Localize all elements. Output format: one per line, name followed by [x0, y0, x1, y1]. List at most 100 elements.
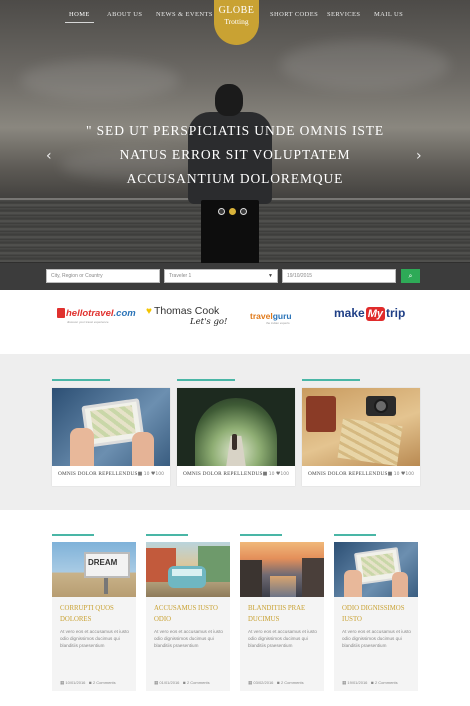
featured-meta: ■ 10 ♥100	[388, 471, 414, 477]
logo-line1: GLOBE	[218, 5, 255, 16]
featured-section: Omnis Dolor Repellendus ■ 10 ♥100 Omnis …	[0, 354, 470, 510]
post-image-sunset-canal[interactable]	[240, 542, 324, 597]
post-meta: ▦ 01/01/2016 ▪ 2 Comments	[154, 680, 230, 686]
site-logo[interactable]: GLOBE Trotting	[214, 0, 259, 45]
calendar-icon: ▦	[248, 681, 253, 686]
man-figure-head	[215, 84, 243, 116]
hero-slogan: " Sed ut perspiciatis unde omnis iste na…	[85, 123, 385, 186]
post-comments[interactable]: 2 Comments	[187, 680, 210, 685]
views-count: 10	[268, 472, 275, 477]
hellotravel-logo[interactable]: hellotravel.com discover your travel exp…	[57, 308, 136, 324]
main-nav: Home About Us News & Events Short Codes …	[0, 0, 470, 45]
blog-card: Accusamus iusto odio At vero eos et accu…	[146, 534, 230, 691]
post-excerpt: At vero eos et accusamus et iusto odio d…	[60, 629, 129, 648]
likes-count: 100	[280, 472, 289, 477]
search-icon: ⌕	[408, 272, 413, 280]
thomas-cook-tagline: Let's go!	[190, 317, 228, 327]
travelguru-part1: travel	[250, 311, 273, 321]
featured-meta: ■ 10 ♥100	[263, 471, 289, 477]
post-image-dream-sign[interactable]: DREAM	[52, 542, 136, 597]
mmt-part2: My	[365, 307, 385, 321]
post-meta: ▦ 03/02/2016 ▪ 2 Comments	[248, 680, 324, 686]
nav-mail-us[interactable]: Mail Us	[374, 11, 403, 18]
mmt-part3: trip	[385, 306, 406, 320]
search-bar: City, Region or Country Traveler 1 ▼ 19/…	[0, 263, 470, 290]
featured-caption: Omnis Dolor Repellendus	[58, 471, 138, 477]
blog-section: DREAM Corrupti quos dolores At vero eos …	[0, 510, 470, 706]
hellotravel-flag-icon	[57, 308, 65, 318]
slider-dots	[218, 208, 252, 216]
makemytrip-logo[interactable]: make My trip	[334, 306, 406, 321]
prev-slide-arrow-icon[interactable]: ‹	[46, 148, 52, 164]
likes-count: 100	[405, 472, 414, 477]
post-image-tablet-map[interactable]	[334, 542, 418, 597]
hellotravel-name: hellotravel	[66, 308, 114, 319]
post-comments[interactable]: 2 Comments	[93, 680, 116, 685]
card-accent-line	[52, 379, 110, 381]
nav-services[interactable]: Services	[327, 11, 360, 18]
thomas-cook-name: Thomas Cook	[153, 305, 220, 317]
calendar-icon: ▦	[342, 681, 347, 686]
card-accent-line	[146, 534, 188, 536]
post-title[interactable]: Blanditiis prae ducimus	[248, 604, 320, 625]
card-accent-line	[240, 534, 282, 536]
featured-caption: Omnis Dolor Repellendus	[183, 471, 263, 477]
date-input[interactable]: 19/10/2015	[282, 269, 396, 283]
post-comments[interactable]: 2 Comments	[281, 680, 304, 685]
views-icon: ■	[262, 471, 268, 477]
post-meta: ▦ 10/01/2016 ▪ 2 Comments	[60, 680, 136, 686]
post-date: 03/02/2016	[253, 680, 274, 685]
travelguru-part2: guru	[272, 311, 292, 321]
card-accent-line	[52, 534, 94, 536]
featured-image-tablet-map[interactable]	[52, 388, 170, 466]
featured-image-camera-map[interactable]	[302, 388, 420, 466]
featured-card[interactable]: Omnis Dolor Repellendus ■ 10 ♥100	[177, 379, 295, 486]
post-date: 01/01/2016	[159, 680, 180, 685]
post-excerpt: At vero eos et accusamus et iusto odio d…	[154, 629, 223, 648]
views-count: 10	[143, 472, 150, 477]
travelguru-logo[interactable]: travelguru the indian experts	[250, 311, 292, 325]
post-comments[interactable]: 2 Comments	[375, 680, 398, 685]
post-title[interactable]: Accusamus iusto odio	[154, 604, 226, 625]
slide-dot-3[interactable]	[240, 208, 247, 215]
cloud	[20, 60, 180, 100]
nav-short-codes[interactable]: Short Codes	[270, 11, 318, 18]
views-icon: ■	[137, 471, 143, 477]
partner-logos: hellotravel.com discover your travel exp…	[0, 290, 470, 354]
views-count: 10	[393, 472, 400, 477]
logo-line2: Trotting	[224, 17, 249, 26]
post-title[interactable]: Odio dignissimos iusto	[342, 604, 414, 625]
travelers-select[interactable]: Traveler 1 ▼	[164, 269, 278, 283]
heart-icon: ♥	[146, 306, 152, 317]
featured-card[interactable]: Omnis Dolor Repellendus ■ 10 ♥100	[302, 379, 420, 486]
nav-about-us[interactable]: About Us	[107, 11, 142, 18]
nav-news-events[interactable]: News & Events	[156, 11, 213, 18]
next-slide-arrow-icon[interactable]: ›	[416, 148, 422, 164]
featured-image-garden-arch[interactable]	[177, 388, 295, 466]
featured-meta: ■ 10 ♥100	[138, 471, 164, 477]
cloud	[280, 40, 450, 90]
calendar-icon: ▦	[154, 681, 159, 686]
thomas-cook-logo[interactable]: ♥ Thomas Cook Let's go!	[146, 305, 227, 327]
slide-dot-2[interactable]	[229, 208, 236, 215]
post-date: 10/01/2016	[65, 680, 86, 685]
search-button[interactable]: ⌕	[401, 269, 420, 283]
chevron-down-icon: ▼	[268, 273, 273, 279]
comment-icon: ▪	[276, 681, 280, 686]
post-title[interactable]: Corrupti quos dolores	[60, 604, 132, 625]
calendar-icon: ▦	[60, 681, 65, 686]
region-search-input[interactable]: City, Region or Country	[46, 269, 160, 283]
post-excerpt: At vero eos et accusamus et iusto odio d…	[342, 629, 411, 648]
likes-count: 100	[155, 472, 164, 477]
slide-dot-1[interactable]	[218, 208, 225, 215]
comment-icon: ▪	[182, 681, 186, 686]
featured-card[interactable]: Omnis Dolor Repellendus ■ 10 ♥100	[52, 379, 170, 486]
blog-card: Odio dignissimos iusto At vero eos et ac…	[334, 534, 418, 691]
blog-card: Blanditiis prae ducimus At vero eos et a…	[240, 534, 324, 691]
post-image-street-van[interactable]	[146, 542, 230, 597]
card-accent-line	[177, 379, 235, 381]
featured-caption: Omnis Dolor Repellendus	[308, 471, 388, 477]
post-excerpt: At vero eos et accusamus et iusto odio d…	[248, 629, 317, 648]
nav-home[interactable]: Home	[65, 11, 94, 23]
comment-icon: ▪	[370, 681, 374, 686]
